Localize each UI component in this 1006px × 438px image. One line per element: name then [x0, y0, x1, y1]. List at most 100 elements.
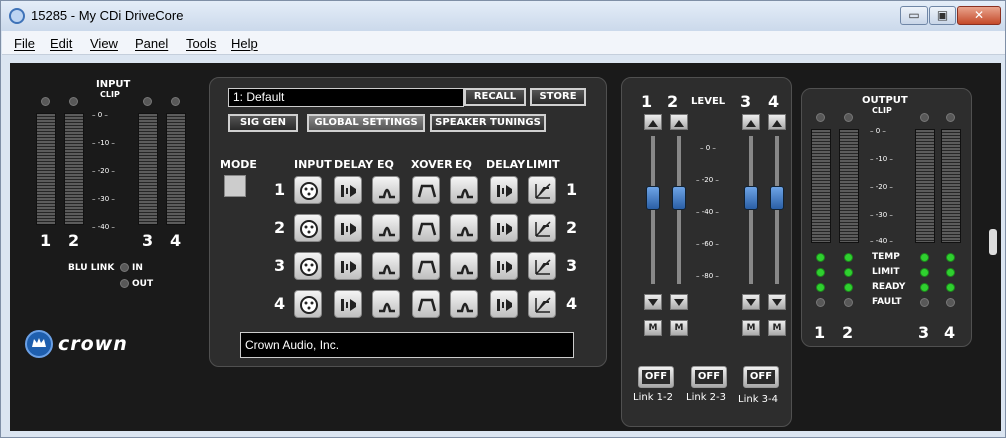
output-title: OUTPUT	[862, 95, 908, 106]
level-fader[interactable]	[646, 186, 660, 210]
eq-button[interactable]	[450, 214, 478, 242]
output-clip-label: CLIP	[872, 106, 892, 115]
mute-button[interactable]: M	[670, 320, 688, 336]
fader-track	[677, 136, 681, 284]
delay-button[interactable]	[490, 176, 518, 204]
header-input: INPUT	[294, 158, 332, 171]
xover-button[interactable]	[412, 290, 440, 318]
level-up-button[interactable]	[670, 114, 688, 130]
mode-icon[interactable]	[224, 175, 246, 197]
fader-track	[775, 136, 779, 284]
level-fader[interactable]	[770, 186, 784, 210]
tick-label: – -30 –	[870, 211, 893, 219]
sig-gen-button[interactable]: SIG GEN	[228, 114, 298, 132]
panel-scroll-handle[interactable]	[989, 229, 997, 255]
menu-panel[interactable]: Panel	[135, 36, 168, 51]
link-3-4-button[interactable]: OFF	[743, 366, 779, 388]
input-button[interactable]	[294, 252, 322, 280]
xover-button[interactable]	[412, 252, 440, 280]
clip-led	[920, 113, 929, 122]
blu-in-label: IN	[132, 263, 143, 273]
level-down-button[interactable]	[670, 294, 688, 310]
level-up-button[interactable]	[768, 114, 786, 130]
limit-button[interactable]	[528, 252, 556, 280]
delay-button[interactable]	[490, 252, 518, 280]
status-led	[844, 253, 853, 262]
blu-link-label: BLU LINK	[68, 263, 115, 273]
status-led	[946, 298, 955, 307]
eq-icon	[457, 302, 473, 313]
level-down-button[interactable]	[742, 294, 760, 310]
menu-view[interactable]: View	[90, 36, 118, 51]
input-icon	[300, 296, 318, 314]
delay-button[interactable]	[490, 290, 518, 318]
status-led	[816, 268, 825, 277]
menu-help[interactable]: Help	[231, 36, 258, 51]
eq-button[interactable]	[450, 252, 478, 280]
link-3-4-label: Link 3-4	[738, 394, 778, 405]
xover-button[interactable]	[412, 176, 440, 204]
status-label: READY	[872, 282, 906, 292]
delay-button[interactable]	[334, 290, 362, 318]
limit-icon	[535, 221, 551, 237]
level-up-button[interactable]	[644, 114, 662, 130]
mute-button[interactable]: M	[644, 320, 662, 336]
recall-button[interactable]: RECALL	[464, 88, 526, 106]
global-settings-button[interactable]: GLOBAL SETTINGS	[307, 114, 425, 132]
limit-button[interactable]	[528, 214, 556, 242]
speaker-tunings-button[interactable]: SPEAKER TUNINGS	[430, 114, 546, 132]
output-channel-label: 1	[814, 323, 826, 342]
up-arrow-icon	[648, 120, 658, 127]
output-channel-label: 3	[918, 323, 930, 342]
maximize-button[interactable]: ▣	[929, 6, 956, 25]
menu-tools[interactable]: Tools	[186, 36, 216, 51]
delay-button[interactable]	[334, 214, 362, 242]
delay-button[interactable]	[334, 176, 362, 204]
maximize-icon: ▣	[936, 8, 949, 22]
input-button[interactable]	[294, 290, 322, 318]
eq-button[interactable]	[450, 290, 478, 318]
input-title: INPUT	[96, 79, 131, 90]
delay-button[interactable]	[490, 214, 518, 242]
close-button[interactable]: ✕	[957, 6, 1001, 25]
delay-button[interactable]	[334, 252, 362, 280]
eq-button[interactable]	[372, 176, 400, 204]
mute-button[interactable]: M	[742, 320, 760, 336]
preset-field[interactable]: 1: Default	[228, 88, 464, 107]
input-button[interactable]	[294, 214, 322, 242]
menu-file[interactable]: File	[14, 36, 35, 51]
blu-in-led[interactable]	[120, 263, 129, 272]
limit-button[interactable]	[528, 176, 556, 204]
level-fader[interactable]	[672, 186, 686, 210]
minimize-button[interactable]: ▭	[900, 6, 928, 25]
panel-area: INPUT CLIP – 0 – – -10 – – -20 – – -30 –…	[10, 63, 1001, 431]
tick-label: – -10 –	[870, 155, 893, 163]
eq-button[interactable]	[450, 176, 478, 204]
delay-icon	[497, 223, 512, 235]
level-down-button[interactable]	[644, 294, 662, 310]
mute-button[interactable]: M	[768, 320, 786, 336]
level-fader[interactable]	[744, 186, 758, 210]
input-clip-label: CLIP	[100, 90, 120, 99]
xover-icon	[417, 298, 437, 312]
store-button[interactable]: STORE	[530, 88, 586, 106]
output-meter-1	[811, 129, 831, 243]
limit-button[interactable]	[528, 290, 556, 318]
link-1-2-button[interactable]: OFF	[638, 366, 674, 388]
eq-icon	[379, 264, 395, 275]
level-down-button[interactable]	[768, 294, 786, 310]
xover-button[interactable]	[412, 214, 440, 242]
status-led	[946, 283, 955, 292]
input-icon	[300, 258, 318, 276]
input-button[interactable]	[294, 176, 322, 204]
xover-icon	[417, 222, 437, 236]
level-up-button[interactable]	[742, 114, 760, 130]
eq-button[interactable]	[372, 290, 400, 318]
eq-button[interactable]	[372, 214, 400, 242]
menu-edit[interactable]: Edit	[50, 36, 72, 51]
link-2-3-button[interactable]: OFF	[691, 366, 727, 388]
eq-button[interactable]	[372, 252, 400, 280]
link-2-3-label: Link 2-3	[686, 392, 726, 403]
eq-icon	[457, 226, 473, 237]
blu-out-led[interactable]	[120, 279, 129, 288]
